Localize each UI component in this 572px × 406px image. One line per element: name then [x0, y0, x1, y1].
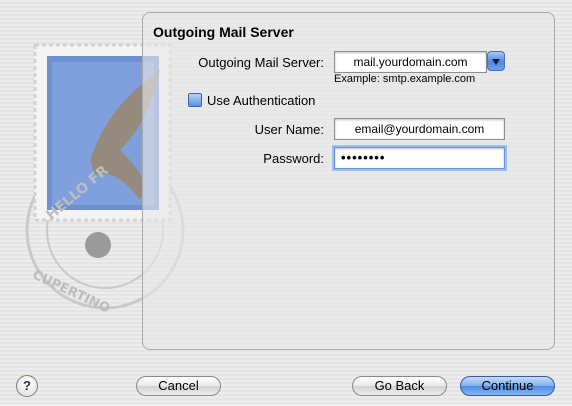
go-back-button[interactable]: Go Back	[352, 376, 447, 396]
username-input[interactable]: email@yourdomain.com	[334, 118, 505, 140]
postmark-text-bottom: CUPERTINO	[30, 268, 112, 317]
continue-button[interactable]: Continue	[460, 376, 555, 396]
password-input[interactable]: ••••••••	[334, 147, 505, 169]
server-combo-input[interactable]: mail.yourdomain.com	[334, 51, 487, 73]
question-icon: ?	[23, 378, 31, 393]
server-label: Outgoing Mail Server:	[198, 55, 324, 70]
page-title: Outgoing Mail Server	[153, 24, 294, 40]
server-example-text: Example: smtp.example.com	[334, 73, 476, 85]
cancel-button[interactable]: Cancel	[136, 376, 221, 396]
password-label: Password:	[263, 151, 324, 166]
username-label: User Name:	[254, 122, 324, 137]
use-authentication-checkbox[interactable]	[188, 93, 202, 107]
chevron-down-icon	[492, 59, 500, 65]
apple-icon	[85, 232, 111, 258]
server-dropdown-button[interactable]	[487, 51, 505, 71]
help-button[interactable]: ?	[16, 375, 38, 397]
use-authentication-label[interactable]: Use Authentication	[207, 93, 315, 108]
